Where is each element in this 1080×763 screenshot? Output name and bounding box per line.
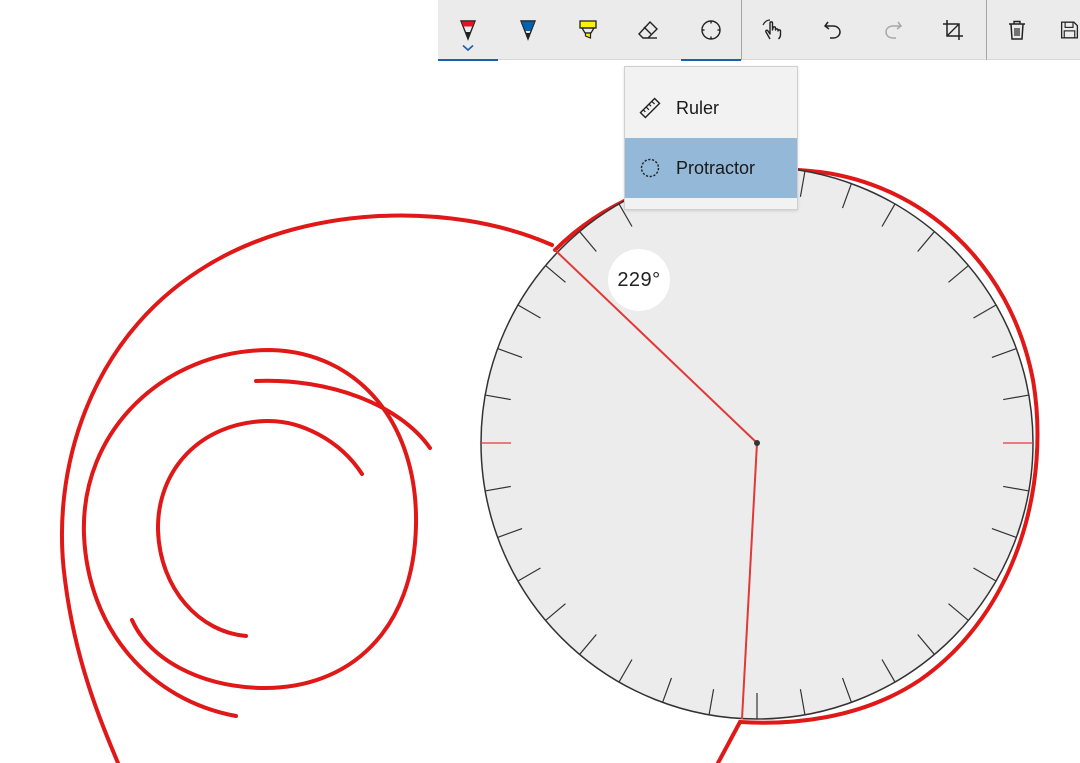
undo-button[interactable] xyxy=(803,0,863,60)
protractor-icon xyxy=(638,156,662,180)
angle-readout: 229° xyxy=(608,249,670,311)
redo-button[interactable] xyxy=(863,0,923,60)
pencil-icon xyxy=(519,20,537,41)
ballpoint-pen-button[interactable] xyxy=(438,0,498,61)
trash-icon xyxy=(1009,20,1025,40)
menu-item-ruler-label: Ruler xyxy=(676,97,720,118)
menu-item-protractor-label: Protractor xyxy=(676,157,756,178)
chevron-down-icon xyxy=(462,44,474,52)
touch-writing-button[interactable] xyxy=(743,0,803,60)
eraser-icon xyxy=(638,20,658,39)
stencil-dropdown-menu: Ruler Protractor xyxy=(624,66,798,210)
undo-icon xyxy=(823,21,841,39)
protractor-icon xyxy=(701,20,721,40)
crop-icon xyxy=(943,20,963,40)
redo-icon xyxy=(885,21,903,39)
pencil-button[interactable] xyxy=(498,0,558,60)
highlighter-icon xyxy=(579,20,597,39)
save-button[interactable] xyxy=(1052,0,1080,60)
toolbar-divider xyxy=(741,0,742,60)
ruler-icon xyxy=(638,96,662,120)
ink-stroke-circle-middle xyxy=(81,347,419,718)
highlighter-button[interactable] xyxy=(558,0,618,60)
stencil-button[interactable] xyxy=(681,0,741,61)
ballpoint-pen-icon xyxy=(459,20,477,41)
drawing-canvas[interactable] xyxy=(0,0,1080,763)
crop-button[interactable] xyxy=(923,0,983,60)
protractor-center-point xyxy=(754,440,760,446)
toolbar xyxy=(438,0,1080,61)
menu-item-protractor[interactable]: Protractor xyxy=(625,138,797,198)
touch-writing-icon xyxy=(762,19,782,40)
save-icon xyxy=(1060,21,1079,39)
ink-stroke-circle-inner xyxy=(155,418,364,638)
menu-item-ruler[interactable]: Ruler xyxy=(625,78,797,138)
eraser-button[interactable] xyxy=(618,0,678,60)
protractor-stencil[interactable] xyxy=(480,166,1034,720)
ink-stroke-arc-upper xyxy=(254,378,432,450)
delete-button[interactable] xyxy=(987,0,1047,60)
